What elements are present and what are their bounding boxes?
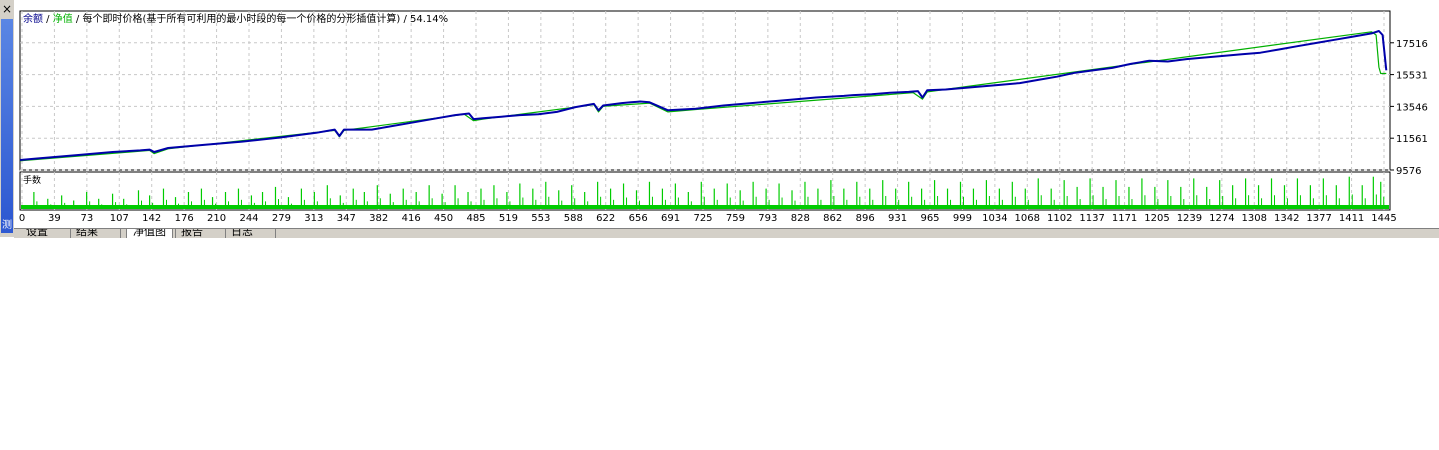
chart-title-part: 净值 [53, 12, 73, 25]
x-tick-label: 1034 [982, 213, 1007, 224]
x-tick-label: 1274 [1209, 213, 1234, 224]
chart-title-part: / 每个即时价格(基于所有可利用的最小时段的每一个价格的分形插值计算) / 54… [73, 12, 448, 25]
x-tick-label: 39 [48, 213, 61, 224]
x-tick-label: 1308 [1242, 213, 1267, 224]
close-icon[interactable]: × [0, 2, 14, 16]
x-tick-label: 1411 [1339, 213, 1364, 224]
y-tick-label: 11561 [1396, 134, 1428, 145]
tab-4[interactable]: 日志 [231, 229, 253, 238]
side-panel-label: 测 [1, 219, 13, 233]
y-tick-label: 17516 [1396, 39, 1428, 50]
side-panel-bar [1, 19, 13, 219]
x-tick-label: 1102 [1047, 213, 1072, 224]
lots-label: 手数 [23, 174, 41, 186]
x-tick-label: 793 [758, 213, 777, 224]
x-tick-label: 656 [629, 213, 648, 224]
equity-chart: 17516 15531 13546 11561 9576 0 39 73 107 142 176 21… [19, 10, 1428, 224]
x-tick-label: 450 [434, 213, 453, 224]
x-tick-label: 759 [726, 213, 745, 224]
x-tick-label: 0 [19, 213, 25, 224]
tab-separator [120, 229, 121, 238]
x-tick-label: 1068 [1015, 213, 1040, 224]
x-tick-label: 347 [337, 213, 356, 224]
x-tick-label: 725 [693, 213, 712, 224]
x-tick-label: 210 [207, 213, 226, 224]
x-tick-label: 1342 [1274, 213, 1299, 224]
tab-3[interactable]: 报告 [181, 229, 203, 238]
x-tick-label: 107 [110, 213, 129, 224]
y-tick-label: 15531 [1396, 71, 1428, 82]
x-tick-label: 279 [272, 213, 291, 224]
chart-title: 余额 / 净值 / 每个即时价格(基于所有可利用的最小时段的每一个价格的分形插值… [23, 12, 448, 25]
x-tick-label: 313 [304, 213, 323, 224]
x-tick-label: 896 [856, 213, 875, 224]
x-tick-label: 862 [823, 213, 842, 224]
x-tick-label: 1445 [1371, 213, 1396, 224]
tab-2[interactable]: 净值图 [126, 229, 173, 238]
tab-separator [275, 229, 276, 238]
x-tick-label: 622 [596, 213, 615, 224]
x-tick-label: 176 [175, 213, 194, 224]
x-tick-label: 553 [531, 213, 550, 224]
tab-0[interactable]: 设置 [26, 229, 48, 238]
tester-tab-bar: 设置 结果 净值图 报告 日志 [14, 228, 1439, 238]
tab-separator [70, 229, 71, 238]
x-tick-label: 1205 [1144, 213, 1169, 224]
x-tick-label: 1137 [1079, 213, 1104, 224]
x-tick-label: 519 [499, 213, 518, 224]
tab-1[interactable]: 结果 [76, 229, 98, 238]
tab-separator [175, 229, 176, 238]
x-tick-label: 73 [80, 213, 93, 224]
main-plot-frame [19, 10, 1391, 171]
x-tick-label: 382 [369, 213, 388, 224]
x-tick-label: 1239 [1177, 213, 1202, 224]
chart-title-part: 余额 [23, 12, 43, 25]
x-tick-label: 485 [466, 213, 485, 224]
x-tick-label: 416 [402, 213, 421, 224]
x-tick-label: 244 [239, 213, 258, 224]
x-tick-label: 142 [142, 213, 161, 224]
left-toolbar-strip: × 测 [0, 0, 14, 237]
x-tick-label: 931 [888, 213, 907, 224]
x-tick-label: 1377 [1306, 213, 1331, 224]
x-tick-label: 588 [564, 213, 583, 224]
y-tick-label: 13546 [1396, 102, 1428, 113]
chart-title-part: / [43, 14, 53, 25]
x-tick-label: 691 [661, 213, 680, 224]
x-tick-label: 965 [920, 213, 939, 224]
tab-separator [225, 229, 226, 238]
y-tick-label: 9576 [1396, 166, 1421, 177]
x-tick-label: 828 [791, 213, 810, 224]
x-tick-label: 999 [953, 213, 972, 224]
x-tick-label: 1171 [1112, 213, 1137, 224]
